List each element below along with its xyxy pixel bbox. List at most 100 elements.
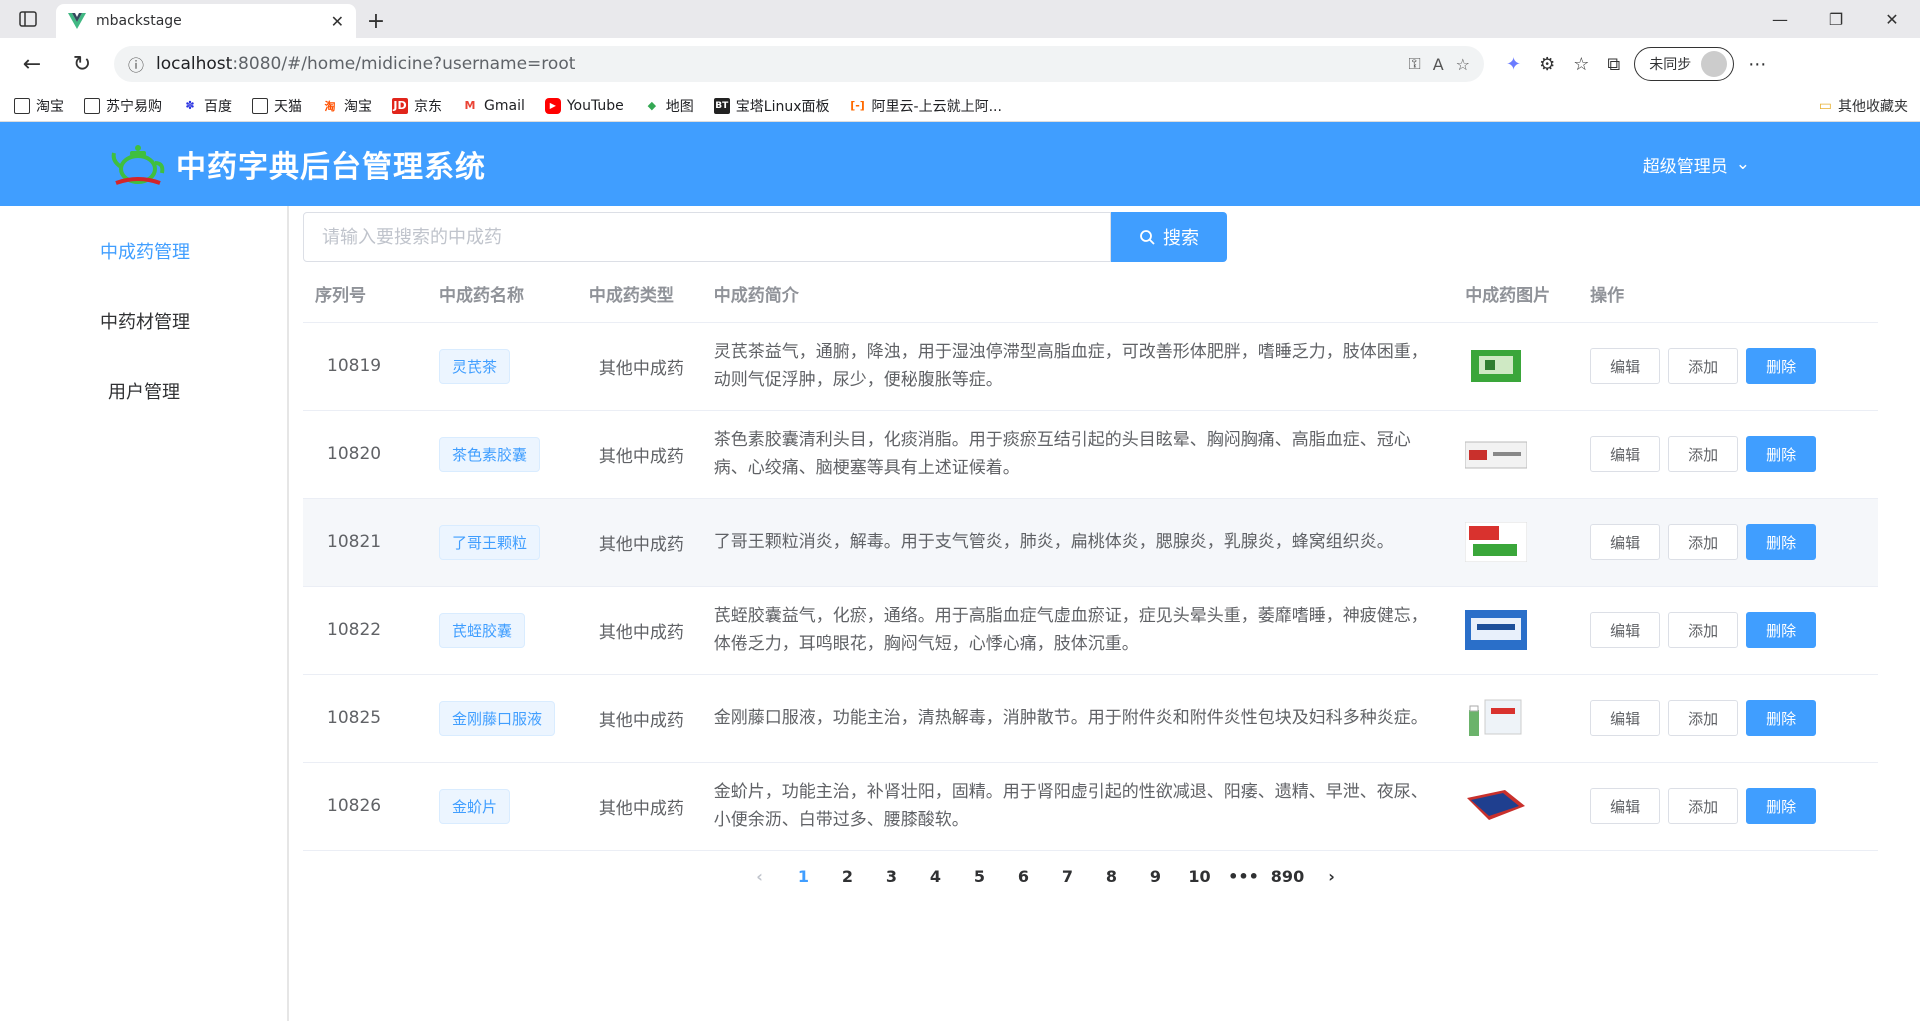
- table-row: 10821 了哥王颗粒 其他中成药 了哥王颗粒消炎，解毒。用于支气管炎，肺炎，扁…: [303, 498, 1878, 587]
- other-bookmarks[interactable]: ▭ 其他收藏夹: [1819, 90, 1908, 122]
- search-button[interactable]: 搜索: [1111, 212, 1227, 262]
- user-menu-label: 超级管理员: [1642, 156, 1728, 177]
- row-desc: 金刚藤口服液，功能主治，清热解毒，消肿散节。用于附件炎和附件炎性包块及妇科多种炎…: [701, 674, 1454, 763]
- jd-icon: JD: [392, 97, 408, 114]
- search-input[interactable]: [303, 212, 1111, 262]
- row-desc: 灵芪茶益气，通腑，降浊，用于湿浊停滞型高脂血症，可改善形体肥胖，嗜睡乏力，肢体困…: [701, 322, 1454, 411]
- edit-button[interactable]: 编辑: [1590, 700, 1661, 736]
- prev-page-icon[interactable]: ‹: [738, 861, 782, 893]
- bookmark-item[interactable]: ▶ YouTube: [544, 97, 624, 114]
- page-number[interactable]: 7: [1046, 861, 1090, 893]
- add-button[interactable]: 添加: [1668, 788, 1739, 824]
- row-type: 其他中成药: [576, 762, 702, 851]
- url-field[interactable]: ⓘ localhost:8080/#/home/midicine?usernam…: [114, 46, 1484, 82]
- page-number[interactable]: 8: [1090, 861, 1134, 893]
- bookmark-item[interactable]: 苏宁易购: [84, 96, 162, 116]
- edit-button[interactable]: 编辑: [1590, 788, 1661, 824]
- page-number[interactable]: 890: [1266, 861, 1310, 893]
- edit-button[interactable]: 编辑: [1590, 436, 1661, 472]
- add-button[interactable]: 添加: [1668, 436, 1739, 472]
- medicine-thumbnail: [1469, 699, 1522, 736]
- maximize-icon[interactable]: ❐: [1808, 0, 1864, 38]
- sidebar-item-herb[interactable]: 中药材管理: [0, 286, 287, 356]
- page-number[interactable]: 10: [1178, 861, 1222, 893]
- name-tag: 金刚藤口服液: [438, 700, 555, 736]
- avatar: [1701, 51, 1728, 77]
- taobao-icon: 淘: [324, 99, 336, 113]
- youtube-icon: ▶: [544, 97, 561, 114]
- page-number[interactable]: 4: [914, 861, 958, 893]
- read-aloud-icon[interactable]: A: [1433, 55, 1444, 74]
- pagination: ‹ 1 2 3 4 5 6 7 8 9 10 ••• 890 ›: [303, 861, 1878, 893]
- more-pages-icon[interactable]: •••: [1222, 861, 1266, 893]
- app-header: 中药字典后台管理系统 超级管理员 ⌄: [0, 122, 1920, 206]
- bookmark-item[interactable]: 淘宝: [14, 96, 64, 116]
- add-button[interactable]: 添加: [1668, 612, 1739, 648]
- address-bar: ← ↻ ⓘ localhost:8080/#/home/midicine?use…: [0, 38, 1920, 90]
- edit-button[interactable]: 编辑: [1590, 348, 1661, 384]
- browser-tabbar: mbackstage ✕ + — ❐ ✕: [0, 0, 1920, 38]
- page-number[interactable]: 6: [1002, 861, 1046, 893]
- next-page-icon[interactable]: ›: [1310, 861, 1354, 893]
- extension-icon[interactable]: ✦: [1506, 54, 1521, 75]
- delete-button[interactable]: 删除: [1746, 348, 1817, 384]
- sidebar-item-users[interactable]: 用户管理: [0, 356, 287, 426]
- bookmark-item[interactable]: ◆ 地图: [644, 96, 694, 116]
- edit-button[interactable]: 编辑: [1590, 612, 1661, 648]
- sidebar-item-medicine[interactable]: 中成药管理: [0, 216, 287, 286]
- chevron-down-icon: ⌄: [1735, 154, 1750, 174]
- tab-actions-icon[interactable]: [0, 0, 56, 38]
- url-host: localhost: [156, 54, 233, 74]
- bookmark-item[interactable]: ✽ 百度: [182, 96, 232, 116]
- column-header-id: 序列号: [303, 266, 427, 323]
- bookmark-item[interactable]: 淘淘宝: [322, 96, 373, 116]
- page-number[interactable]: 1: [782, 861, 826, 893]
- row-desc: 茶色素胶囊清利头目，化痰消脂。用于痰瘀互结引起的头目眩晕、胸闷胸痛、高脂血症、冠…: [701, 410, 1454, 499]
- minimize-icon[interactable]: —: [1752, 0, 1808, 38]
- delete-button[interactable]: 删除: [1746, 436, 1817, 472]
- row-id: 10821: [303, 498, 427, 587]
- delete-button[interactable]: 删除: [1746, 700, 1817, 736]
- bookmark-item[interactable]: JD 京东: [392, 96, 442, 116]
- page-number[interactable]: 2: [826, 861, 870, 893]
- collections-icon[interactable]: ⧉: [1607, 54, 1620, 75]
- window-close-icon[interactable]: ✕: [1864, 0, 1920, 38]
- vue-logo-icon: [68, 13, 86, 29]
- edit-button[interactable]: 编辑: [1590, 524, 1661, 560]
- table-row: 10820 茶色素胶囊 其他中成药 茶色素胶囊清利头目，化痰消脂。用于痰瘀互结引…: [303, 410, 1878, 499]
- page-number[interactable]: 3: [870, 861, 914, 893]
- name-tag: 芪蛭胶囊: [438, 612, 525, 648]
- delete-button[interactable]: 删除: [1746, 612, 1817, 648]
- reload-icon[interactable]: ↻: [64, 46, 100, 82]
- puzzle-icon[interactable]: ⚙: [1539, 54, 1555, 75]
- user-dropdown[interactable]: 超级管理员 ⌄: [1643, 152, 1750, 177]
- page-number[interactable]: 5: [958, 861, 1002, 893]
- add-button[interactable]: 添加: [1668, 348, 1739, 384]
- table-row: 10825 金刚藤口服液 其他中成药 金刚藤口服液，功能主治，清热解毒，消肿散节…: [303, 674, 1878, 763]
- key-icon[interactable]: ⚿: [1409, 54, 1421, 74]
- page-icon: [84, 97, 100, 114]
- info-icon[interactable]: ⓘ: [128, 52, 144, 76]
- bookmark-item[interactable]: 天猫: [252, 96, 302, 116]
- bookmark-item[interactable]: BT 宝塔Linux面板: [713, 96, 830, 116]
- page-number[interactable]: 9: [1134, 861, 1178, 893]
- row-desc: 了哥王颗粒消炎，解毒。用于支气管炎，肺炎，扁桃体炎，腮腺炎，乳腺炎，蜂窝组织炎。: [701, 498, 1454, 587]
- close-tab-icon[interactable]: ✕: [331, 12, 344, 31]
- delete-button[interactable]: 删除: [1746, 788, 1817, 824]
- sidebar: 中成药管理 中药材管理 用户管理: [0, 206, 289, 1021]
- delete-button[interactable]: 删除: [1746, 524, 1817, 560]
- gmail-icon: M: [464, 99, 476, 112]
- browser-tab[interactable]: mbackstage ✕: [56, 4, 356, 38]
- new-tab-icon[interactable]: +: [356, 4, 396, 38]
- row-id: 10819: [303, 322, 427, 411]
- favorites-icon[interactable]: ☆: [1573, 54, 1589, 75]
- name-tag: 茶色素胶囊: [438, 436, 540, 472]
- profile-sync-button[interactable]: 未同步: [1634, 47, 1735, 81]
- more-icon[interactable]: ⋯: [1748, 54, 1766, 75]
- back-icon[interactable]: ←: [14, 46, 50, 82]
- bookmark-item[interactable]: [-] 阿里云-上云就上阿...: [850, 96, 1002, 116]
- bookmark-item[interactable]: M Gmail: [462, 98, 525, 114]
- add-favorite-icon[interactable]: ☆: [1456, 55, 1470, 74]
- add-button[interactable]: 添加: [1668, 524, 1739, 560]
- add-button[interactable]: 添加: [1668, 700, 1739, 736]
